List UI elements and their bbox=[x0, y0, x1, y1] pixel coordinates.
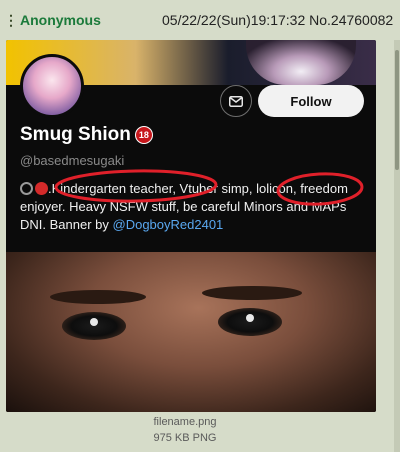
post-datetime: 05/22/22(Sun)19:17:32 bbox=[162, 12, 306, 28]
poster-name: Anonymous bbox=[20, 12, 101, 28]
vertical-dots-icon[interactable]: ⋮ bbox=[4, 12, 18, 29]
annotation-circle-lolicon bbox=[276, 172, 364, 206]
post-meta: 05/22/22(Sun)19:17:32 No.24760082 bbox=[162, 12, 393, 28]
post-header: ⋮ Anonymous 05/22/22(Sun)19:17:32 No.247… bbox=[0, 0, 400, 40]
file-name[interactable]: filename.png bbox=[0, 414, 370, 430]
scrollbar-thumb[interactable] bbox=[395, 50, 399, 170]
post-number[interactable]: No.24760082 bbox=[309, 12, 393, 28]
file-meta: 975 KB PNG bbox=[153, 432, 217, 444]
annotation-circle-teacher bbox=[54, 169, 218, 203]
red-annotation-circles bbox=[54, 169, 364, 206]
post-image[interactable]: Follow Smug Shion 18 @basedmesugaki .Kind… bbox=[6, 40, 376, 412]
scrollbar[interactable] bbox=[394, 40, 400, 452]
file-info: filename.png 975 KB PNG bbox=[0, 414, 370, 446]
